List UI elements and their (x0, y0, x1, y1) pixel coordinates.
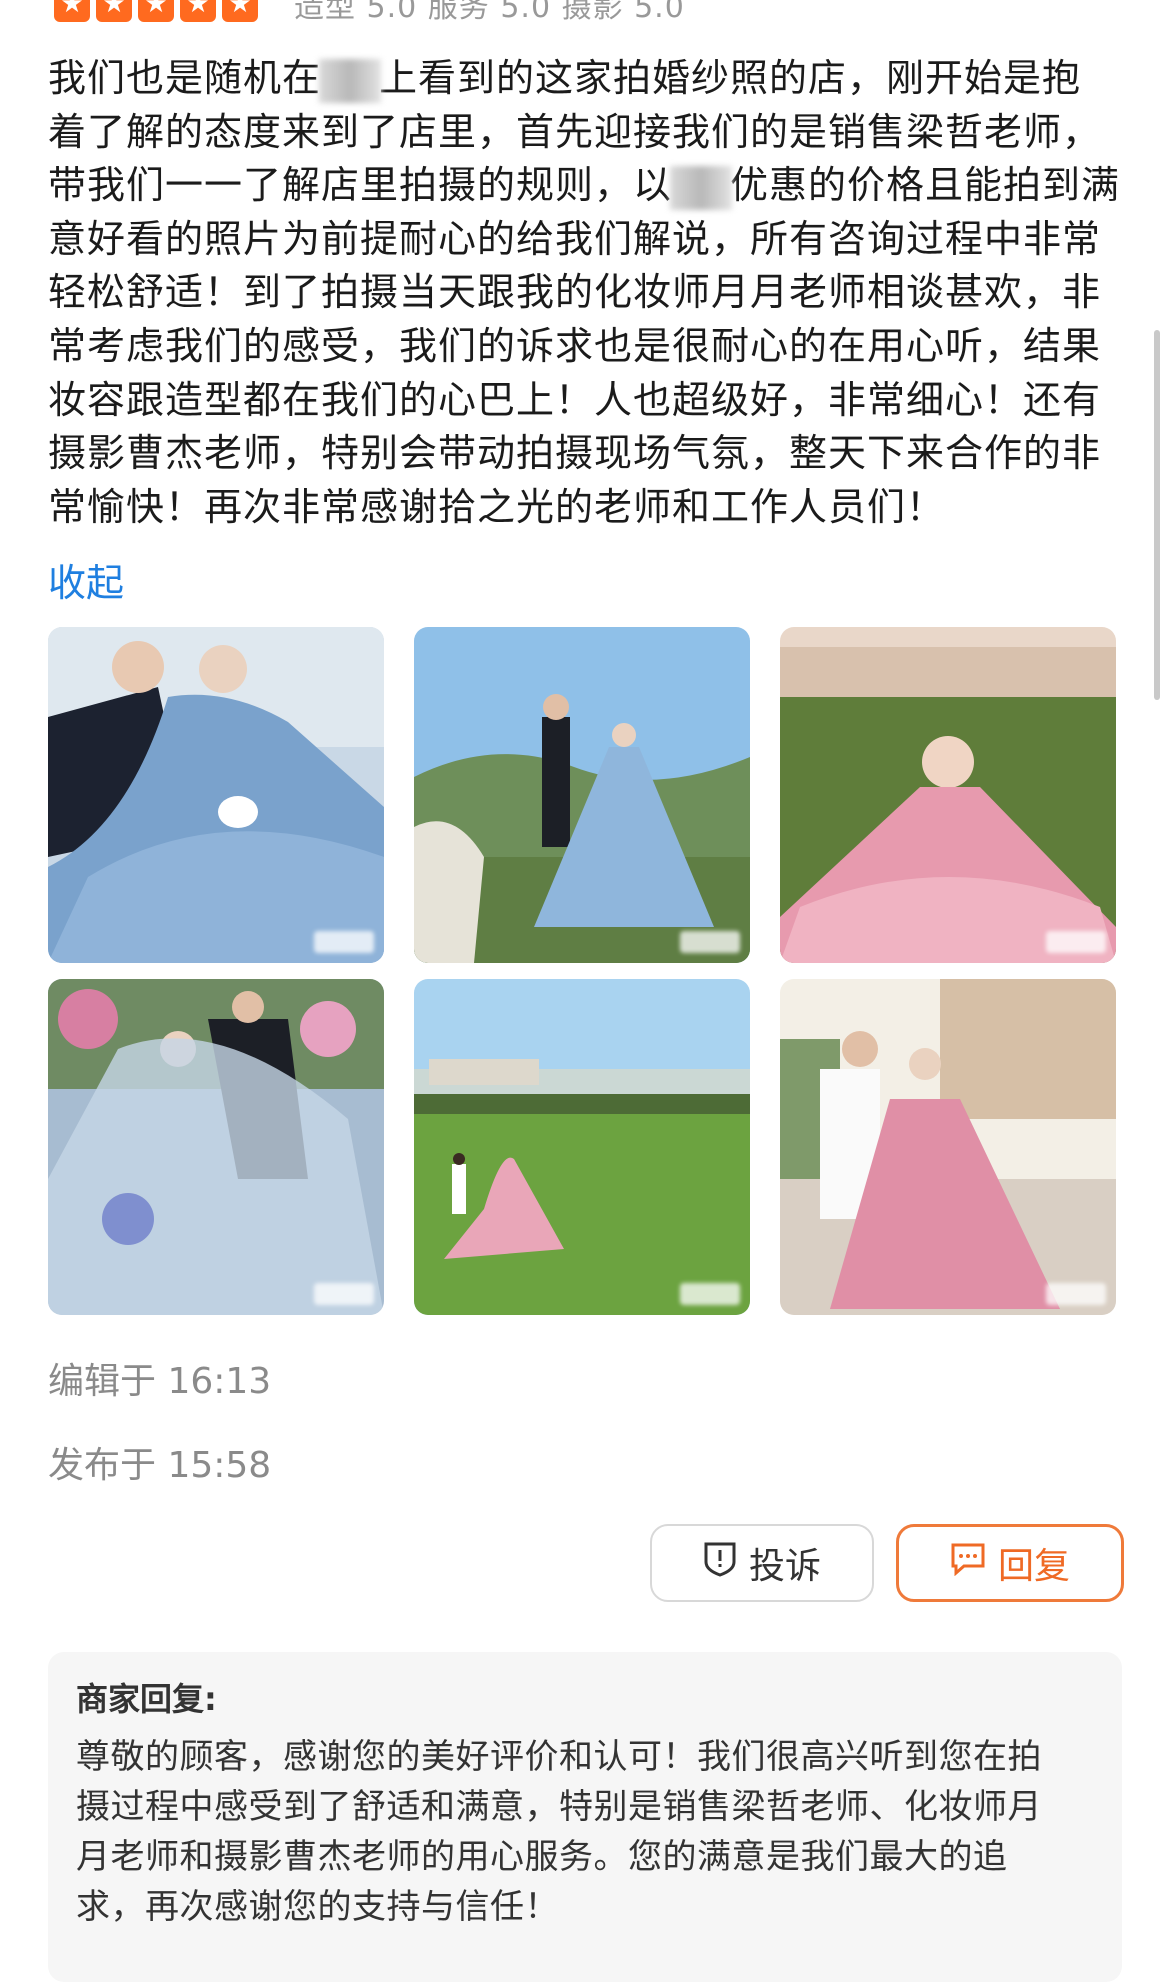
watermark (314, 1283, 374, 1305)
merchant-reply-title: 商家回复: (76, 1680, 217, 1718)
watermark (680, 931, 740, 953)
star-icon: ★ (54, 0, 90, 22)
merchant-reply-text: 尊敬的顾客，感谢您的美好评价和认可！我们很高兴听到您在拍 摄过程中感受到了舒适和… (76, 1732, 1096, 1932)
photo-couple-veil-flowers[interactable] (48, 979, 384, 1315)
collapse-link[interactable]: 收起 (48, 552, 124, 607)
merchant-reply-line: 月老师和摄影曹杰老师的用心服务。您的满意是我们最大的追 (76, 1837, 1008, 1877)
reply-label: 回复 (997, 1546, 1070, 1587)
watermark (1046, 1283, 1106, 1305)
review-line: 妆容跟造型都在我们的心巴上！人也超级好，非常细心！还有 (48, 377, 1102, 422)
shield-alert-icon (703, 1540, 737, 1587)
star-icon: ★ (180, 0, 216, 22)
review-line: 着了解的态度来到了店里，首先迎接我们的是销售梁哲老师， (48, 109, 1102, 154)
star-icon: ★ (222, 0, 258, 22)
scrollbar[interactable] (1154, 330, 1160, 700)
merchant-reply-line: 尊敬的顾客，感谢您的美好评价和认可！我们很高兴听到您在拍 (76, 1737, 1042, 1777)
action-bar: 投诉 回复 (650, 1524, 1124, 1602)
watermark (680, 1283, 740, 1305)
watermark (1046, 931, 1106, 953)
review-line: 常考虑我们的感受，我们的诉求也是很耐心的在用心听，结果 (48, 323, 1102, 368)
rating-row: ★ ★ ★ ★ ★ 造型 5.0 服务 5.0 摄影 5.0 (54, 0, 685, 25)
chat-bubble-icon (950, 1542, 986, 1585)
photo-couple-castle-road[interactable] (780, 979, 1116, 1315)
watermark (314, 931, 374, 953)
review-body: 我们也是随机在 上看到的这家拍婚纱照的店，刚开始是抱 着了解的态度来到了店里，首先… (48, 52, 1119, 534)
published-time: 发布于 15:58 (48, 1445, 272, 1486)
edited-time: 编辑于 16:13 (48, 1361, 272, 1402)
sub-ratings: 造型 5.0 服务 5.0 摄影 5.0 (294, 0, 685, 25)
reply-button[interactable]: 回复 (896, 1524, 1124, 1602)
review-line: 带我们一一了解店里拍摄的规则，以 优惠的价格且能拍到满 (48, 159, 1119, 213)
photo-couple-lawn-walk[interactable] (414, 979, 750, 1315)
review-line: 意好看的照片为前提耐心的给我们解说，所有咨询过程中非常 (48, 216, 1102, 261)
star-rating: ★ ★ ★ ★ ★ (54, 0, 258, 22)
photo-couple-garden-blue-dress[interactable] (414, 627, 750, 963)
review-line: 常愉快！再次非常感谢拾之光的老师和工作人员们！ (48, 484, 946, 529)
redacted-text (670, 165, 733, 210)
photo-grid (48, 627, 1116, 1315)
merchant-reply-box: 商家回复: 尊敬的顾客，感谢您的美好评价和认可！我们很高兴听到您在拍 摄过程中感… (48, 1652, 1122, 1982)
photo-couple-rabbit-blue-dress[interactable] (48, 627, 384, 963)
merchant-reply-line: 求，再次感谢您的支持与信任！ (76, 1887, 559, 1927)
review-line: 轻松舒适！到了拍摄当天跟我的化妆师月月老师相谈甚欢，非 (48, 270, 1102, 315)
review-line: 摄影曹杰老师，特别会带动拍摄现场气氛，整天下来合作的非 (48, 431, 1102, 476)
complaint-label: 投诉 (748, 1546, 821, 1587)
complaint-button[interactable]: 投诉 (650, 1524, 874, 1602)
merchant-reply-line: 摄过程中感受到了舒适和满意，特别是销售梁哲老师、化妆师月 (76, 1787, 1042, 1827)
review-line: 我们也是随机在 上看到的这家拍婚纱照的店，刚开始是抱 (48, 52, 1108, 106)
star-icon: ★ (138, 0, 174, 22)
redacted-text (319, 58, 382, 103)
photo-bride-pink-dress-castle[interactable] (780, 627, 1116, 963)
star-icon: ★ (96, 0, 132, 22)
